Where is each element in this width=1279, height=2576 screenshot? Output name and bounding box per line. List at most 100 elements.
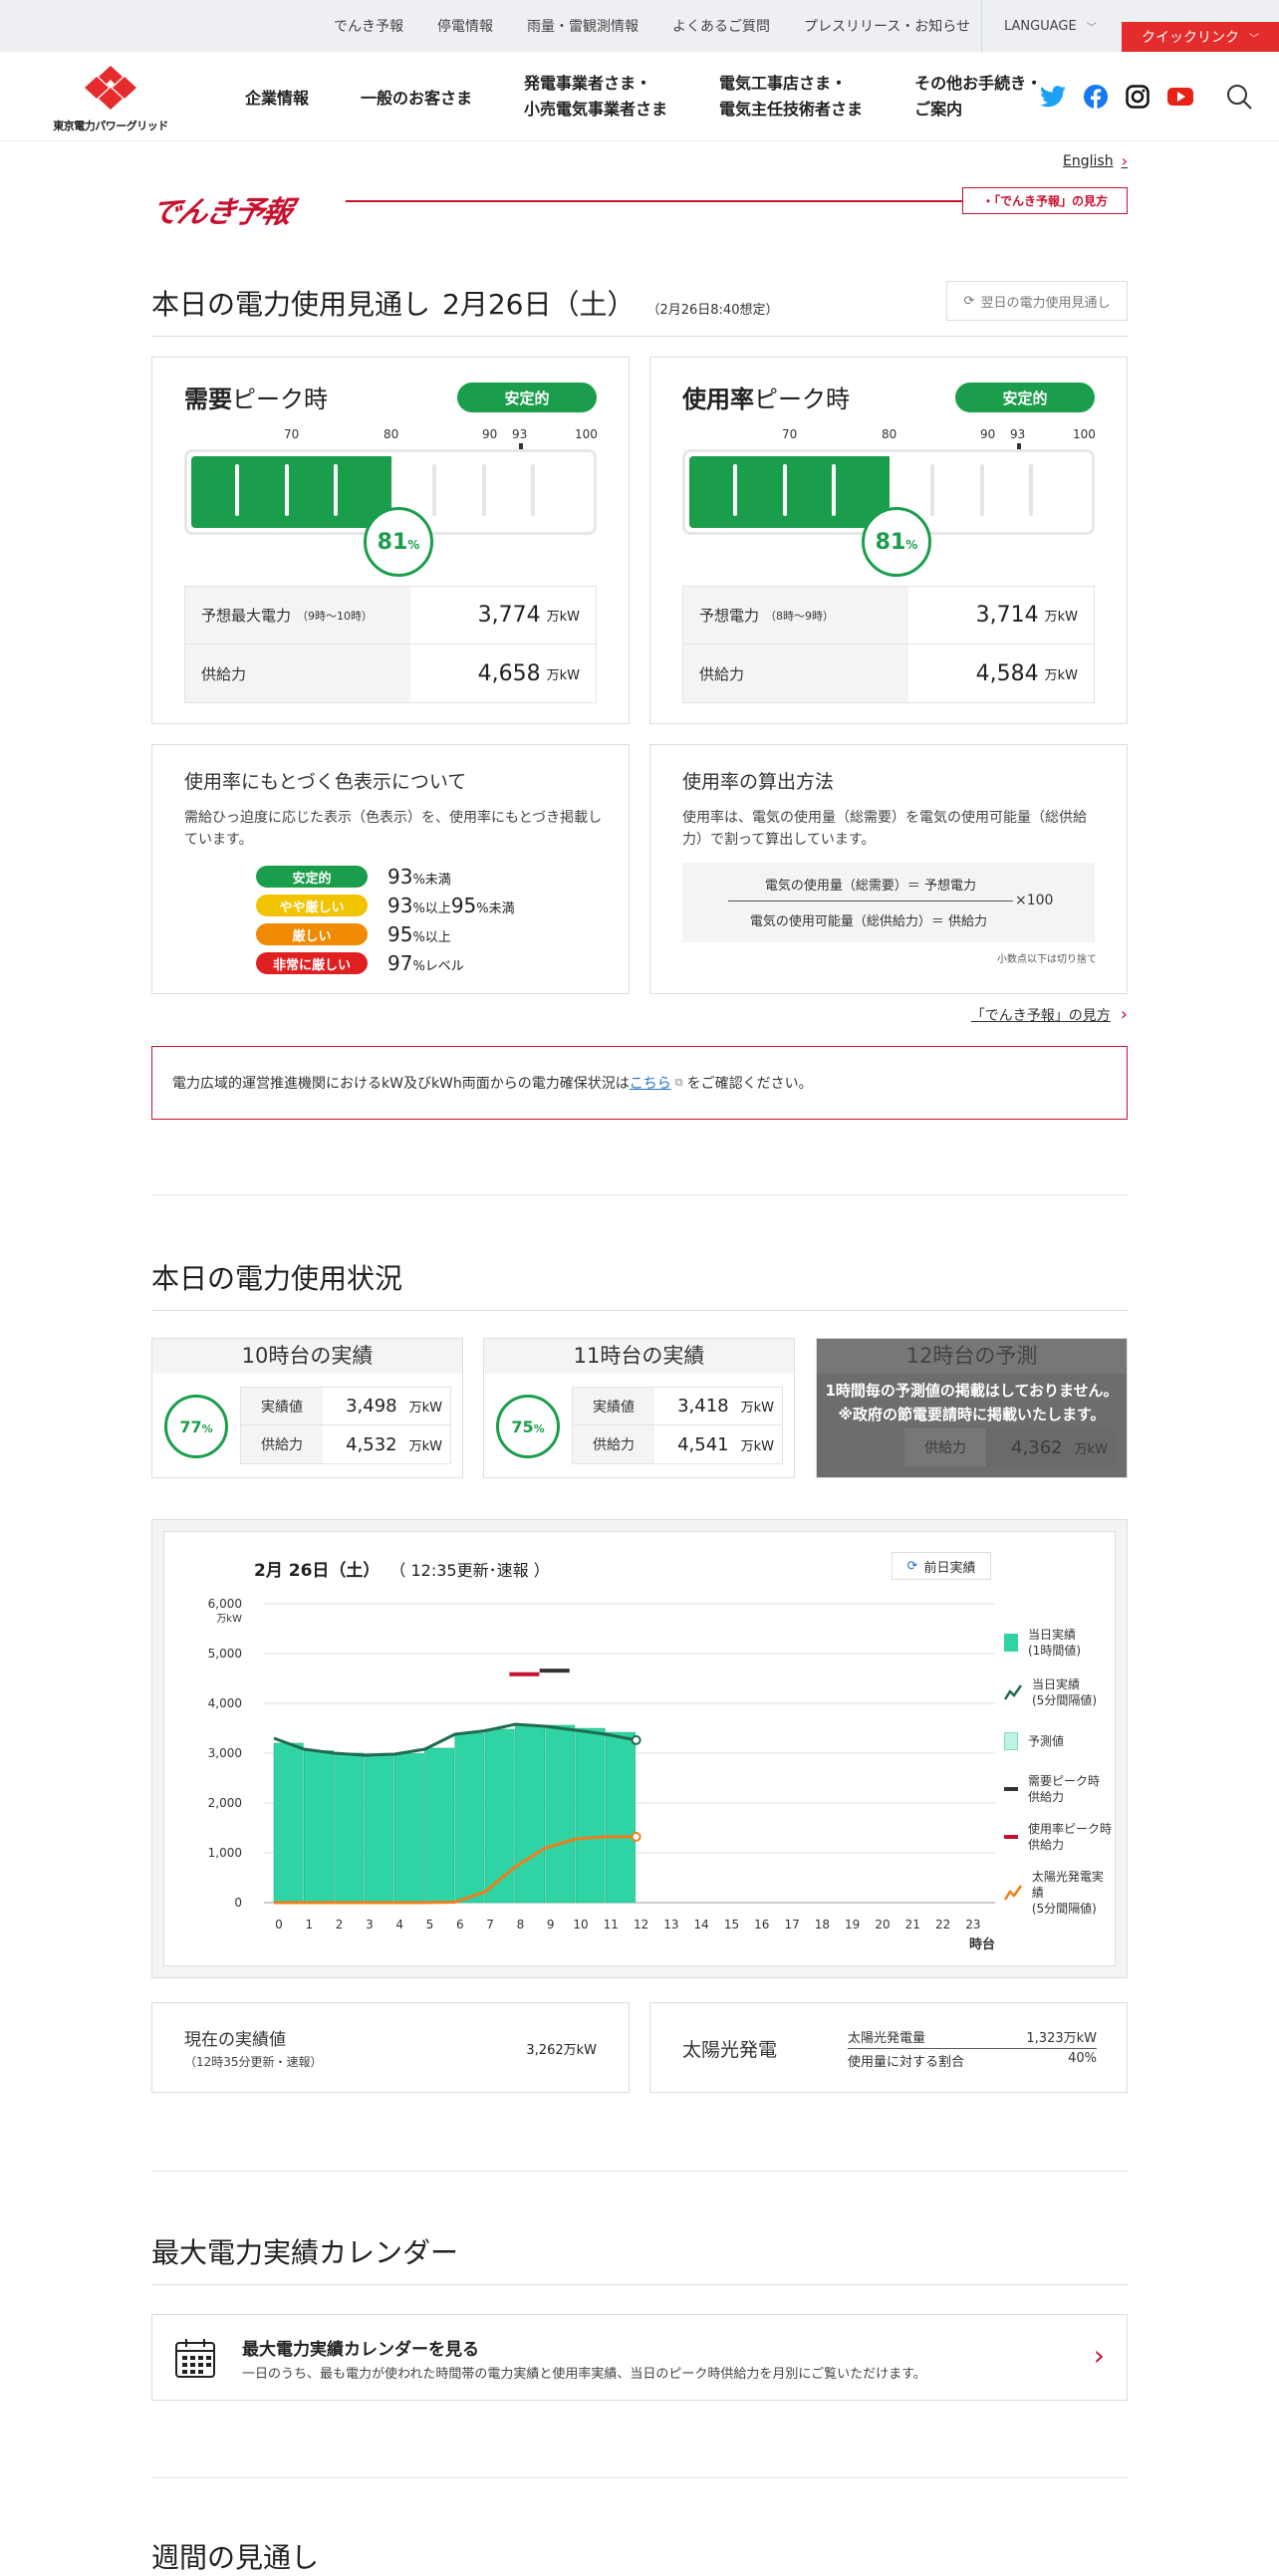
calendar-section-title: 最大電力実績カレンダー [151,2236,459,2269]
english-link[interactable]: English › [1063,151,1128,170]
row-value: 3,774 万kW [410,587,596,644]
gauge-tick [482,464,486,516]
utility-link-faq[interactable]: よくあるご質問 [672,16,770,36]
level-num: 93 [387,865,413,889]
legend-label: 供給力 [1028,1790,1065,1804]
current-value-card: 現在の実績値 （12時35分更新・速報） 3,262万kW [151,2002,630,2093]
row-value: 4,658 万kW [410,644,596,702]
bar-hourly-actual [334,1752,365,1904]
calendar-icon [175,2339,215,2378]
table-row: 実績値 3,498 万kW [241,1388,450,1425]
y-tick-label: 0 [234,1896,242,1910]
usage-forecast-value: 3,714 [975,603,1039,628]
top-utility-bar: でんき予報 停電情報 雨量・雷観測情報 よくあるご質問 プレスリリース・お知らせ… [0,0,1279,52]
usage-peak-title: 使用率ピーク時 [682,380,850,414]
notice-link[interactable]: こちら [630,1073,671,1093]
unit: 万kW [546,610,580,625]
legend-label: 供給力 [1028,1838,1065,1852]
row-value: 3,714 万kW [908,587,1094,644]
x-tick-label: 20 [875,1918,890,1932]
color-info-title: 使用率にもとづく色表示について [184,771,467,793]
hour-card-10: 10時台の実績 77% 実績値 3,498 万kW 供給力 4,532 万kW [151,1338,463,1478]
demand-max-value: 3,774 [477,603,541,628]
site-logo[interactable]: 東京電力パワーグリッド [48,66,173,133]
level-badge-very-tight: 非常に厳しい [256,952,368,974]
instagram-icon[interactable] [1126,85,1150,109]
row-label: 予想電力 （8時～9時） [683,587,908,644]
table-row: 供給力 4,532 万kW [241,1425,450,1463]
row-value: 3,418 万kW [654,1388,782,1424]
solar-row: 太陽光発電量 1,323万kW [848,2027,1097,2049]
gauge-tick [531,464,535,516]
quick-link-label: クイックリンク [1142,30,1239,46]
hour-card-11: 11時台の実績 75% 実績値 3,418 万kW 供給力 4,541 万kW [483,1338,795,1478]
search-icon[interactable] [1225,83,1253,111]
line-5min-endpoint [631,1734,641,1745]
demand-title-bold: 需要 [184,386,232,413]
method-note: 小数点以下は切り捨て [997,954,1097,965]
scale-93: 93 [1010,427,1026,441]
english-link-label: English [1063,152,1114,169]
scale-90: 90 [980,427,996,441]
pred-msg2: ※政府の節電要請時に掲載いたします。 [838,1406,1106,1423]
facebook-icon[interactable] [1084,85,1108,109]
pred-supply: 4,362 [1011,1436,1063,1458]
chevron-right-icon: › [1093,2339,1105,2372]
scale-80: 80 [882,427,897,441]
x-tick-label: 22 [935,1918,950,1932]
hour-supply: 4,541 [677,1433,729,1455]
unit: 万kW [740,1401,774,1416]
nav-electrician[interactable]: 電気工事店さま・ 電気主任技術者さま [719,71,863,123]
x-tick-label: 7 [486,1918,494,1932]
method-desc: 使用率は、電気の使用量（総需要）を電気の使用可能量（総供給力）で割って算出してい… [682,810,1087,848]
y-tick-label: 6,000 [208,1597,242,1611]
forecast-date: 2月26日（土） [442,288,636,321]
row-value: 4,541 万kW [654,1425,782,1463]
language-selector[interactable]: LANGUAGE ﹀ [981,0,1121,52]
nav-corporate[interactable]: 企業情報 [245,85,309,109]
utility-link-press[interactable]: プレスリリース・お知らせ [804,16,970,36]
nav-general[interactable]: 一般のお客さま [361,85,472,109]
quick-link-button[interactable]: クイックリンク ﹀ [1122,22,1279,52]
nav-other[interactable]: その他お手続き・ ご案内 [914,71,1042,123]
status-title: 本日の電力使用状況 [151,1262,403,1295]
solar-r1-label: 太陽光発電量 [848,2031,926,2046]
gauge-tick [980,464,984,516]
twitter-icon[interactable] [1040,86,1066,108]
row-label: 供給力 [185,644,410,702]
nav-generation[interactable]: 発電事業者さま・ 小売電気事業者さま [524,71,667,123]
level-unit: %以上 [412,930,451,945]
gauge-tick [334,464,338,516]
solar-row: 使用量に対する割合 40% [848,2051,1097,2070]
gauge-tick [432,464,436,516]
level-value: 93%未満 [387,865,451,889]
youtube-icon[interactable] [1167,87,1193,107]
calendar-card-title: 最大電力実績カレンダーを見る [242,2340,479,2360]
refresh-icon: ⟳ [963,293,975,309]
x-tick-label: 0 [275,1918,283,1932]
level-row: 厳しい 95%以上 [256,922,451,946]
forecast-header: 本日の電力使用見通し 2月26日（土） （2月26日8:40想定） ⟳ 翌日の電力… [151,279,1128,337]
nav-generation-l1: 発電事業者さま・ [524,74,652,93]
legend-item: 当日実績 (1時間値) [1004,1627,1081,1659]
tepco-logo-icon [85,66,136,110]
utility-link-denki[interactable]: でんき予報 [334,16,403,36]
legend-text: 当日実績 (5分間隔値) [1032,1676,1097,1708]
legend-label: 使用率ピーク時 [1028,1822,1113,1836]
legend-text: 予測値 [1028,1733,1064,1749]
howto-button[interactable]: ・「でんき予報」の見方 [962,187,1128,214]
howto-link[interactable]: 「でんき予報」の見方 › [971,1004,1128,1025]
utility-link-outage[interactable]: 停電情報 [437,16,493,36]
row-value: 4,532 万kW [323,1425,450,1463]
bar-hourly-actual [304,1750,334,1904]
nav-general-label: 一般のお客さま [361,89,473,108]
calendar-link-card[interactable]: 最大電力実績カレンダーを見る 一日のうち、最も電力が使われた時間帯の電力実績と使… [151,2314,1128,2401]
percent-unit: % [407,538,420,552]
usage-row1-time: （8時～9時） [765,609,835,623]
next-day-button[interactable]: ⟳ 翌日の電力使用見通し [946,281,1128,321]
bar-hourly-actual [393,1753,424,1904]
utility-link-rain[interactable]: 雨量・雷観測情報 [527,16,639,36]
legend-text: 当日実績 (1時間値) [1028,1627,1081,1659]
hour-actual: 3,498 [346,1396,397,1417]
usage-title-bold: 使用率 [682,386,754,413]
